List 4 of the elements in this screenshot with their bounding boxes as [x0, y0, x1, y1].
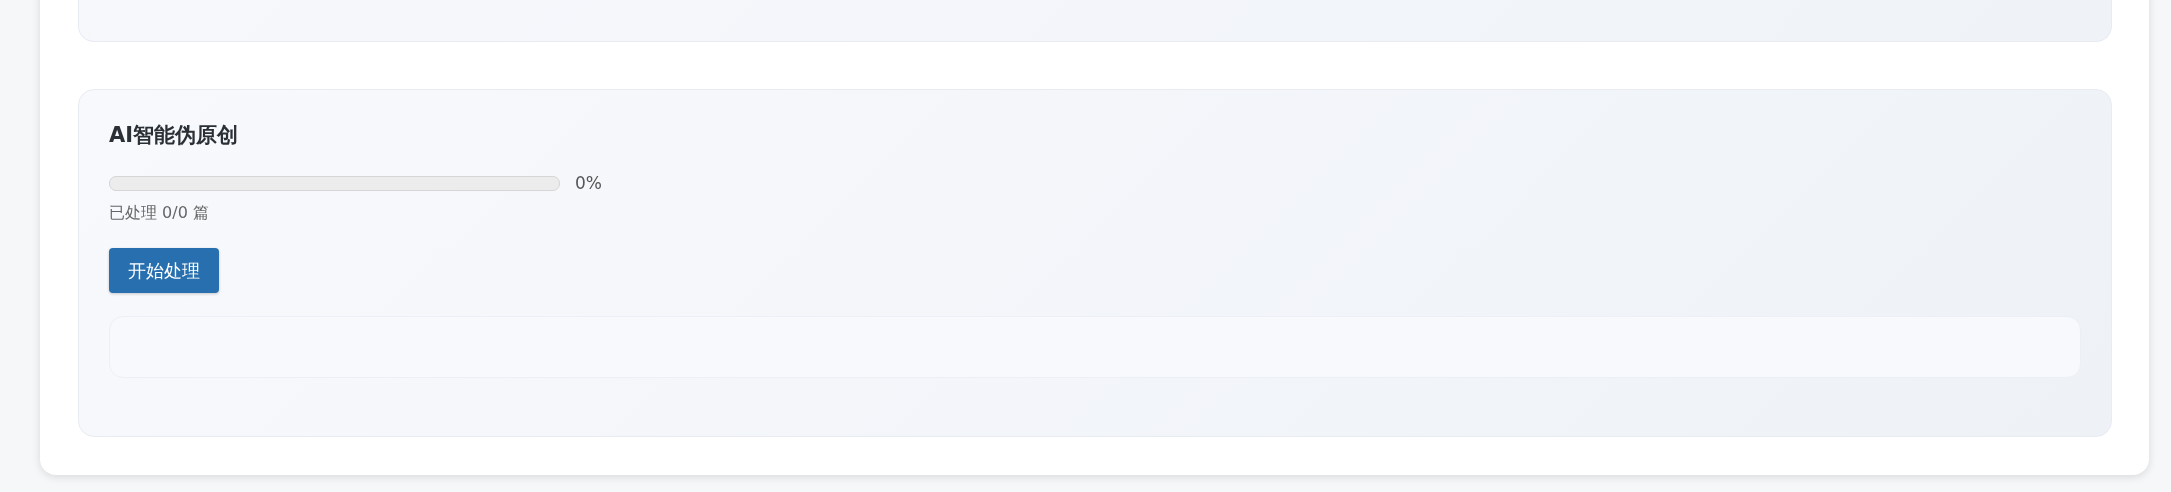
processed-count: 已处理 0/0 篇	[109, 203, 210, 224]
progress-percent: 0%	[575, 173, 602, 193]
card-title: AI智能伪原创	[109, 122, 240, 148]
start-button[interactable]: 开始处理	[109, 248, 219, 293]
